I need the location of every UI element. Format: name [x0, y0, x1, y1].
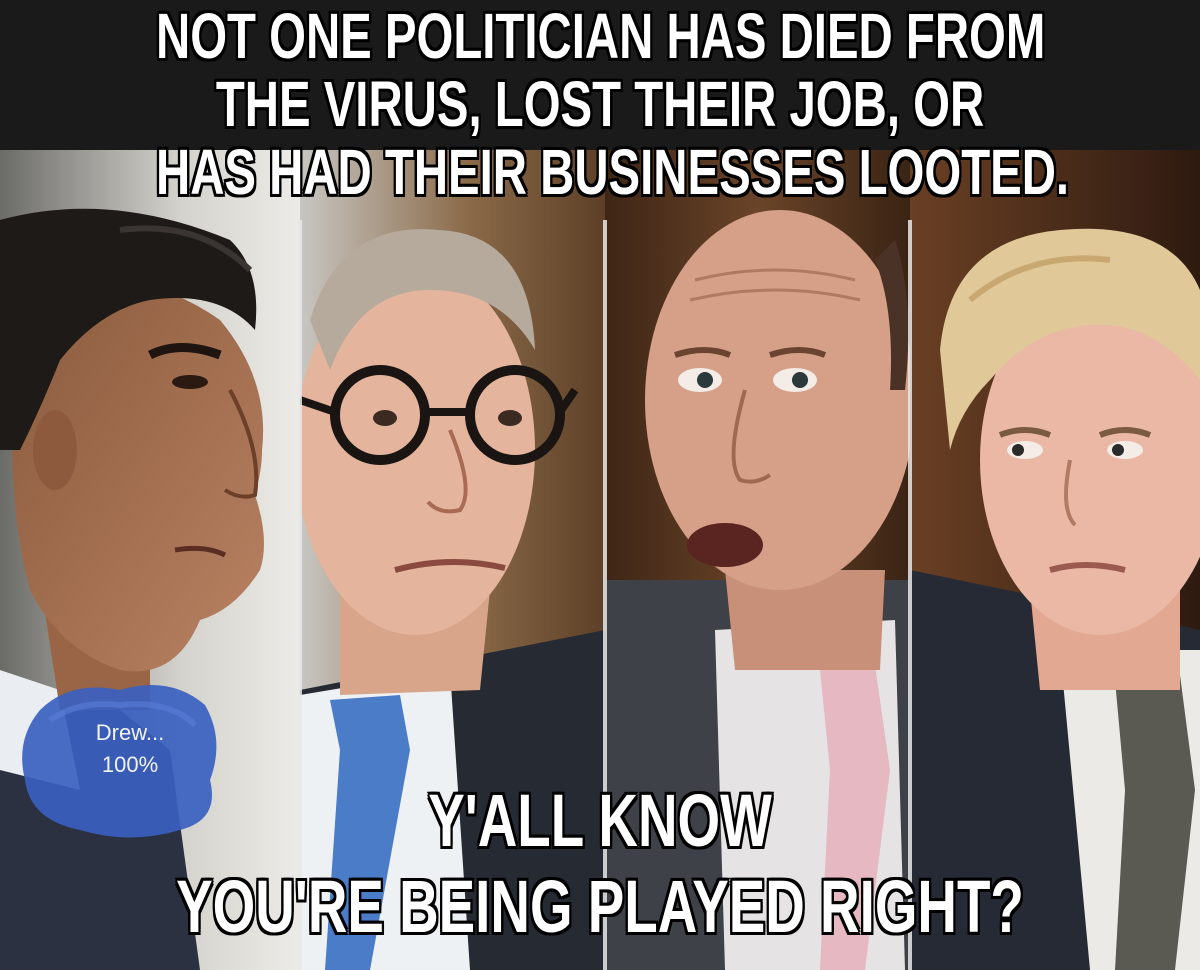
- top-caption-line: HAS HAD THEIR BUSINESSES LOOTED.: [156, 136, 1070, 208]
- sticker-percent-text: 100%: [101, 752, 159, 777]
- meme-image: Drew... 100% NOT ONE POLITICIAN HAS DIED…: [0, 0, 1200, 970]
- bottom-caption-line: Y'ALL KNOW: [428, 779, 772, 862]
- top-caption: NOT ONE POLITICIAN HAS DIED FROM THE VIR…: [156, 0, 1070, 208]
- top-caption-line: THE VIRUS, LOST THEIR JOB, OR: [215, 68, 985, 140]
- bottom-caption: Y'ALL KNOW YOU'RE BEING PLAYED RIGHT?: [156, 778, 1044, 950]
- sticker-name-text: Drew...: [95, 720, 165, 745]
- bottom-caption-line: YOU'RE BEING PLAYED RIGHT?: [176, 865, 1024, 948]
- top-caption-line: NOT ONE POLITICIAN HAS DIED FROM: [156, 0, 1046, 72]
